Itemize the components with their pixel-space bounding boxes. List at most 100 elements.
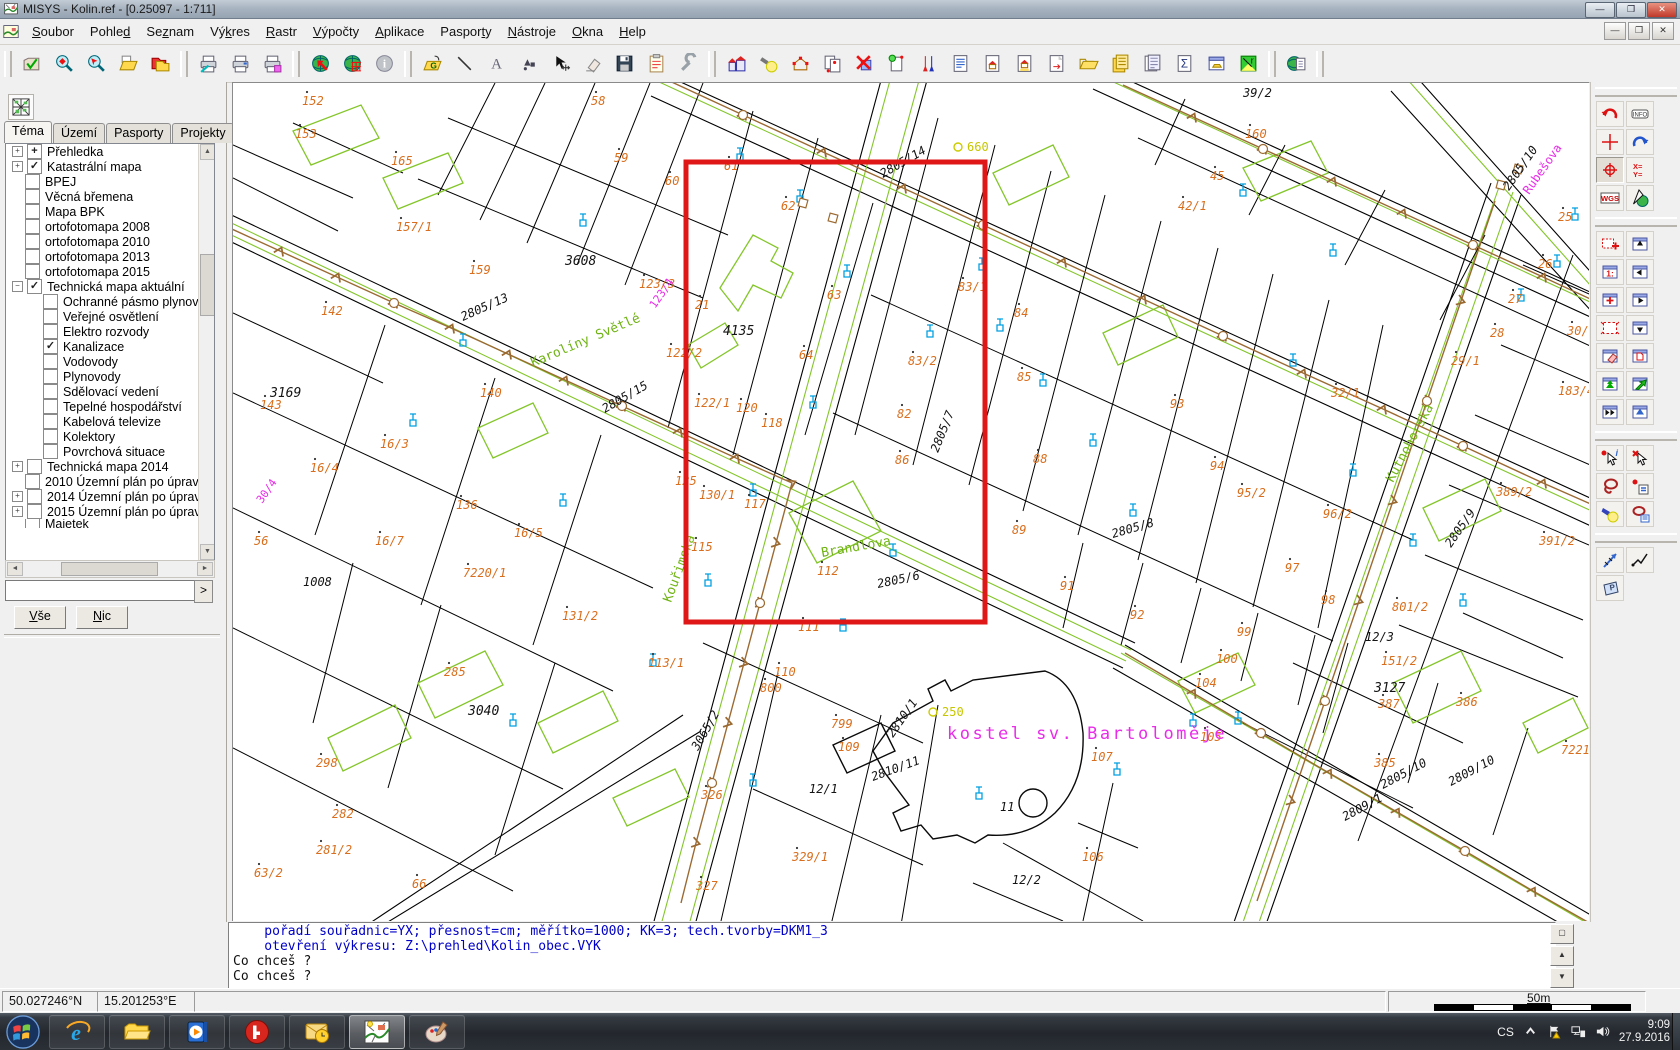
layer-checkbox[interactable] <box>27 504 42 519</box>
select-none-button[interactable]: Nic <box>76 606 128 629</box>
tree-expander-icon[interactable]: + <box>12 146 23 157</box>
taskbar-media-player-button[interactable] <box>169 1015 225 1049</box>
hidden-icons-icon[interactable] <box>1523 1024 1538 1039</box>
zoom-window-button[interactable] <box>1596 231 1624 257</box>
layer-checkbox[interactable] <box>43 354 58 369</box>
layer-row-2015-zemn-pl-n-po-prav-a-v[interactable]: +2015 Územní plán po úpravě a v <box>6 504 198 519</box>
volume-icon[interactable] <box>1595 1024 1610 1039</box>
layer-checkbox[interactable] <box>43 444 58 459</box>
buildings-button[interactable] <box>721 49 751 79</box>
title-bar[interactable]: MISYS - Kolin.ref - [0.25097 - 1:711] — … <box>0 0 1680 19</box>
layer-row-v-cn-b-emena[interactable]: Věcná břemena <box>6 189 198 204</box>
layer-tree[interactable]: ++Přehledka+✓Katastrální mapaBPEJVěcná b… <box>5 143 215 561</box>
lasso-button[interactable] <box>1596 473 1624 499</box>
scroll-up-arrow[interactable]: ▲ <box>200 144 215 160</box>
menu-soubor[interactable]: Soubor <box>24 21 82 42</box>
layer-row-2014-zemn-pl-n-po-prav-a-v[interactable]: +2014 Územní plán po úpravě a v <box>6 489 198 504</box>
settings-button[interactable] <box>673 49 703 79</box>
layer-checkbox[interactable] <box>25 189 40 204</box>
console-scroll-up[interactable]: ▲ <box>1550 946 1574 966</box>
layer-row-tepeln-hospod-stv-[interactable]: Tepelné hospodářství <box>6 399 198 414</box>
menu-aplikace[interactable]: Aplikace <box>367 21 432 42</box>
layer-row-kabelov-televize[interactable]: Kabelová televize <box>6 414 198 429</box>
pan-down-button[interactable] <box>1626 315 1654 341</box>
layer-row-sd-lovac-veden-[interactable]: Sdělovací vedení <box>6 384 198 399</box>
layer-filter-input[interactable] <box>5 580 197 601</box>
highlight-button[interactable] <box>753 49 783 79</box>
layer-checkbox[interactable] <box>25 219 40 234</box>
tree-vertical-scrollbar[interactable]: ▲ ▼ <box>198 144 214 560</box>
tag-button[interactable] <box>881 49 911 79</box>
layer-checkbox[interactable] <box>27 459 42 474</box>
edit-house-button[interactable] <box>785 49 815 79</box>
tab-projekty[interactable]: Projekty <box>172 123 233 143</box>
open-project-button[interactable] <box>17 49 47 79</box>
redraw-globe-button[interactable] <box>305 49 335 79</box>
house-doc2-button[interactable] <box>1009 49 1039 79</box>
pan-left-button[interactable] <box>1626 259 1654 285</box>
tree-view-button[interactable] <box>1596 371 1624 397</box>
select-info-button[interactable]: i <box>1596 445 1624 471</box>
layer-row-2010-zemn-pl-n-po-prav-a-v[interactable]: 2010 Územní plán po úpravě a v <box>6 474 198 489</box>
taskbar-clock[interactable]: 9:09 27.9.2016 <box>1619 1019 1670 1045</box>
start-button[interactable] <box>5 1015 41 1049</box>
zoom-plus-button[interactable] <box>1596 287 1624 313</box>
menu-v-po-ty[interactable]: Výpočty <box>305 21 367 42</box>
doc-export-button[interactable] <box>1041 49 1071 79</box>
select-all-button[interactable]: Vše <box>14 606 66 629</box>
layer-row-ve-ejn-osv-tlen-[interactable]: Veřejné osvětlení <box>6 309 198 324</box>
mdi-minimize-button[interactable]: — <box>1604 22 1626 40</box>
layer-row-ortofotomapa-2015[interactable]: ortofotomapa 2015 <box>6 264 198 279</box>
draw-text-button[interactable]: A <box>481 49 511 79</box>
taskbar-ie-button[interactable]: e <box>49 1015 105 1049</box>
draw-symbol-button[interactable] <box>513 49 543 79</box>
print-button[interactable] <box>225 49 255 79</box>
layer-checkbox[interactable]: ✓ <box>27 279 42 294</box>
page-view-button[interactable] <box>1626 343 1654 369</box>
layer-checkbox[interactable]: + <box>27 144 42 159</box>
hscroll-thumb[interactable] <box>61 562 158 576</box>
center-target-button[interactable] <box>1596 157 1624 183</box>
tab-uzemi[interactable]: Území <box>53 123 105 143</box>
tree-horizontal-scrollbar[interactable]: ◄ ► <box>5 560 215 578</box>
tree-expander-icon[interactable]: + <box>12 491 23 502</box>
layer-checkbox[interactable] <box>43 309 58 324</box>
console-restore-button[interactable]: ▢ <box>1550 924 1574 944</box>
print-draw-button[interactable] <box>193 49 223 79</box>
menu-seznam[interactable]: Seznam <box>138 21 202 42</box>
scroll-left-arrow[interactable]: ◄ <box>7 562 23 576</box>
crosshair-button[interactable] <box>1596 129 1624 155</box>
taskbar-explorer-button[interactable] <box>109 1015 165 1049</box>
tree-expander-icon[interactable]: + <box>12 461 23 472</box>
layer-checkbox[interactable] <box>27 489 42 504</box>
layer-checkbox[interactable] <box>25 264 40 279</box>
compass-globe-button[interactable] <box>1626 185 1654 211</box>
save-drawing-button[interactable] <box>609 49 639 79</box>
parcel-stamp-button[interactable]: P <box>1596 575 1624 601</box>
taskbar-misys-button[interactable] <box>349 1015 405 1049</box>
layer-checkbox[interactable] <box>43 294 58 309</box>
scroll-right-arrow[interactable]: ► <box>197 562 213 576</box>
layer-row-p-ehledka[interactable]: ++Přehledka <box>6 144 198 159</box>
menu-v-kres[interactable]: Výkres <box>202 21 258 42</box>
erase-button[interactable] <box>577 49 607 79</box>
layer-checkbox[interactable] <box>25 249 40 264</box>
minimize-button[interactable]: — <box>1585 2 1615 18</box>
layer-row-povrchov-situace[interactable]: Povrchová situace <box>6 444 198 459</box>
layer-row-majetek[interactable]: Majetek <box>6 519 198 528</box>
xy-button[interactable]: X=Y= <box>1626 157 1654 183</box>
layer-checkbox[interactable] <box>25 204 40 219</box>
close-button[interactable]: ✕ <box>1647 2 1677 18</box>
taskbar-phone-app-button[interactable] <box>229 1015 285 1049</box>
tree-expander-icon[interactable]: + <box>12 506 23 517</box>
menu-pasporty[interactable]: Pasporty <box>432 21 499 42</box>
redo-button[interactable] <box>1626 129 1654 155</box>
up-view-button[interactable] <box>1626 399 1654 425</box>
select-list-button[interactable] <box>1626 473 1654 499</box>
info-box-button[interactable]: INFO <box>1626 101 1654 127</box>
menu-rastr[interactable]: Rastr <box>258 21 305 42</box>
move-element-button[interactable] <box>545 49 575 79</box>
delete-x-button[interactable] <box>849 49 879 79</box>
layer-row-elektro-rozvody[interactable]: Elektro rozvody <box>6 324 198 339</box>
open-drawing-button[interactable] <box>113 49 143 79</box>
